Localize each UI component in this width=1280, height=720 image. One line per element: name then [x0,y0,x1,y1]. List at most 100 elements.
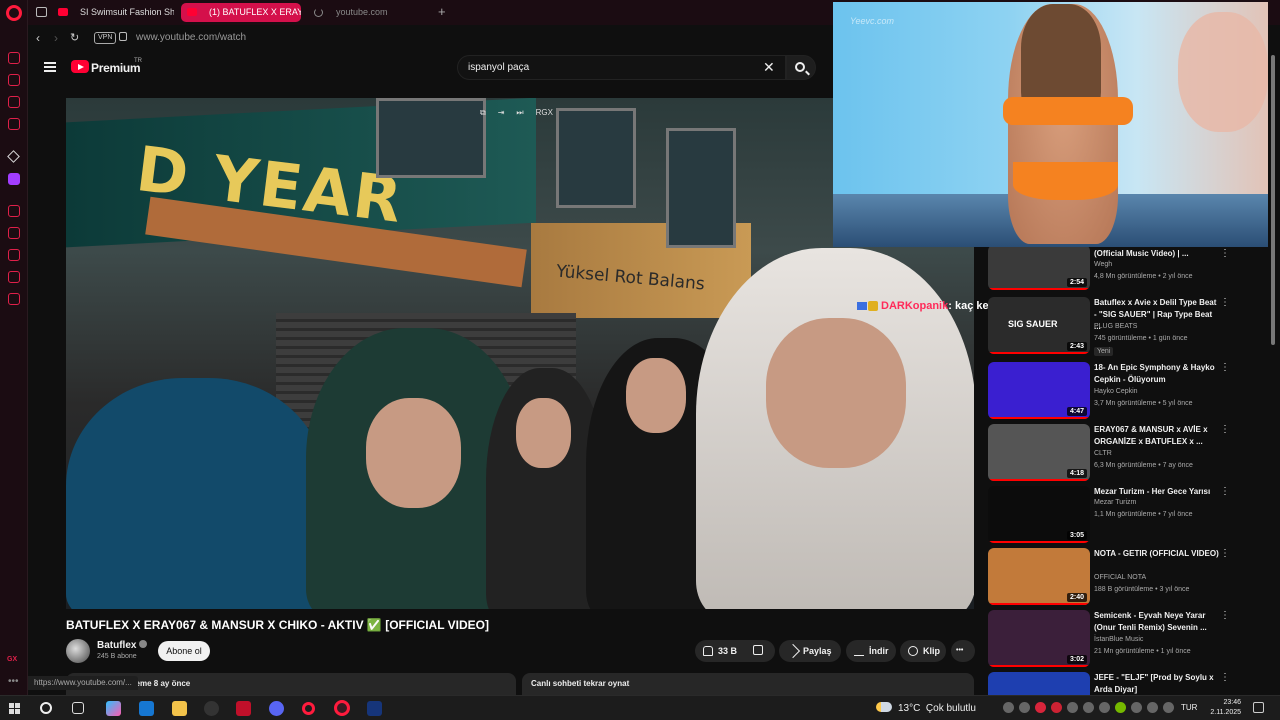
opera-icon[interactable] [302,702,315,715]
tray-icon[interactable] [1083,702,1094,713]
input-language[interactable]: TUR [1181,703,1197,712]
new-tab-icon[interactable]: + [438,4,446,19]
more-options-icon[interactable]: ⋮ [1220,248,1230,259]
more-options-icon[interactable]: ⋮ [1220,486,1230,497]
opera-logo-icon[interactable] [6,5,22,21]
recommendation-thumbnail[interactable]: SIG SAUER 2:43 [988,297,1090,354]
recommendation-thumbnail[interactable]: 3:02 [988,610,1090,667]
recommendation-title[interactable]: JEFE - "ELJF" [Prod by Soylu x Arda Diya… [1094,672,1220,696]
clear-search-icon[interactable]: ✕ [763,59,775,76]
more-options-icon[interactable]: ⋮ [1220,362,1230,373]
recommendation-item[interactable]: SIG SAUER 2:43 Batuflex x Avie x Delil Typ… [988,297,1272,356]
tray-icon[interactable] [1051,702,1062,713]
player-icon[interactable] [8,205,20,217]
exit-icon[interactable]: ⇥ [498,108,505,118]
recommendation-title[interactable]: ERAY067 & MANSUR x AVİE x ORGANİZE x BAT… [1094,424,1220,448]
tray-icon[interactable] [1019,702,1030,713]
reload-icon[interactable]: ↻ [70,31,79,44]
recommendation-thumbnail[interactable]: 2:40 [988,548,1090,605]
miniplayer-icon[interactable]: ⧉ [480,108,486,118]
chatgpt-icon[interactable] [8,52,20,64]
youtube-premium-logo[interactable]: Premium [91,61,141,75]
tab-si-swimsuit[interactable]: SI Swimsuit Fashion Show [52,3,174,22]
tray-icon[interactable] [1003,702,1014,713]
clip-button[interactable]: Klip [900,640,946,662]
history-icon[interactable] [8,249,20,261]
weather-widget[interactable]: 13°C Çok bulutlu [876,702,976,714]
more-icon[interactable]: ••• [8,676,19,687]
volume-icon[interactable] [1147,702,1158,713]
tray-icon[interactable] [1099,702,1110,713]
aria-icon[interactable] [8,74,20,86]
instagram-icon[interactable] [8,118,20,130]
recommendation-thumbnail[interactable]: 3:05 [988,486,1090,543]
app-icon[interactable] [236,701,251,716]
search-box[interactable]: ispanyol paça ✕ [457,55,786,80]
steam-icon[interactable] [367,701,382,716]
recommendation-item[interactable]: 4:18 ERAY067 & MANSUR x AVİE x ORGANİZE x… [988,424,1272,482]
dislike-icon[interactable] [753,645,763,655]
bookmarks-icon[interactable] [8,227,20,239]
battery-icon[interactable] [1163,702,1174,713]
download-button[interactable]: İndir [846,640,896,662]
task-view-icon[interactable] [72,702,84,714]
wifi-icon[interactable] [1131,702,1142,713]
tab-batuflex[interactable]: (1) BATUFLEX X ERAY [181,3,301,22]
obs-icon[interactable] [204,701,219,716]
tray-icon[interactable] [1067,702,1078,713]
like-icon[interactable] [703,646,713,656]
picture-in-picture-window[interactable]: Yeevc.com [833,2,1268,247]
recommendation-title[interactable]: NOTA - GETIR (OFFICIAL VIDEO) [1094,548,1220,560]
recommendation-channel[interactable]: Mezar Turizm [1094,499,1136,506]
next-icon[interactable]: ⏭ [516,108,523,118]
recommendation-channel[interactable]: PLUG BEATS [1094,323,1137,330]
recommendation-thumbnail[interactable]: 2:54 [988,245,1090,290]
tab-youtube-loading[interactable]: youtube.com [308,3,408,22]
forward-icon[interactable]: › [54,31,58,45]
channel-avatar[interactable] [66,639,90,663]
recommendation-item[interactable]: 4:47 18- An Epic Symphony & Hayko Cepkin … [988,362,1272,420]
search-button[interactable] [786,55,816,80]
copilot-icon[interactable] [106,701,121,716]
search-icon[interactable] [40,702,52,714]
youtube-logo-icon[interactable] [71,60,89,73]
file-explorer-icon[interactable] [172,701,187,716]
recommendation-title[interactable]: (Official Music Video) | ... [1094,248,1220,260]
twitch-icon[interactable] [8,173,20,185]
discord-icon[interactable] [269,701,284,716]
notifications-icon[interactable] [1253,702,1264,713]
chat-replay-button[interactable]: Canlı sohbeti tekrar oynat [522,673,974,695]
downloads-icon[interactable] [8,271,20,283]
start-icon[interactable] [9,703,20,714]
more-actions-button[interactable]: ••• [951,640,975,662]
channel-name-text[interactable]: Batuflex [97,640,136,651]
recommendation-channel[interactable]: İstanBlue Music [1094,636,1143,643]
more-options-icon[interactable]: ⋮ [1220,297,1230,308]
vpn-badge[interactable]: VPN [94,32,117,44]
menu-icon[interactable] [44,62,56,72]
scrollbar-thumb[interactable] [1271,55,1275,345]
back-icon[interactable]: ‹ [36,31,40,45]
settings-icon[interactable] [8,293,20,305]
channel-name[interactable]: Batuflex [97,640,148,651]
scrollbar[interactable] [1270,50,1276,695]
recommendation-item[interactable]: 3:05 Mezar Turizm - Her Gece Yarısı Mezar … [988,486,1272,544]
recommendation-title[interactable]: Semicenk - Eyvah Neye Yarar (Onur Tenli … [1094,610,1220,634]
more-options-icon[interactable]: ⋮ [1220,424,1230,435]
recommendation-thumbnail[interactable]: 4:47 [988,362,1090,419]
opera-gx-icon[interactable] [334,700,350,716]
recommendation-item[interactable]: 3:02 Semicenk - Eyvah Neye Yarar (Onur Te… [988,610,1272,668]
outlook-icon[interactable] [139,701,154,716]
search-input[interactable]: ispanyol paça [468,62,529,73]
rgx-icon[interactable]: RGX [536,108,553,118]
recommendation-channel[interactable]: CLTR [1094,450,1112,457]
tab-menu-icon[interactable] [36,7,47,17]
recommendation-channel[interactable]: Wegh [1094,261,1112,268]
clock[interactable]: 23:46 2.11.2025 [1205,698,1241,718]
recommendation-title[interactable]: 18- An Epic Symphony & Hayko Cepkin - Öl… [1094,362,1220,386]
tray-icon[interactable] [1035,702,1046,713]
more-options-icon[interactable]: ⋮ [1220,548,1230,559]
more-options-icon[interactable]: ⋮ [1220,672,1230,683]
messenger-icon[interactable] [8,96,20,108]
like-count[interactable]: 33 B [718,646,737,656]
